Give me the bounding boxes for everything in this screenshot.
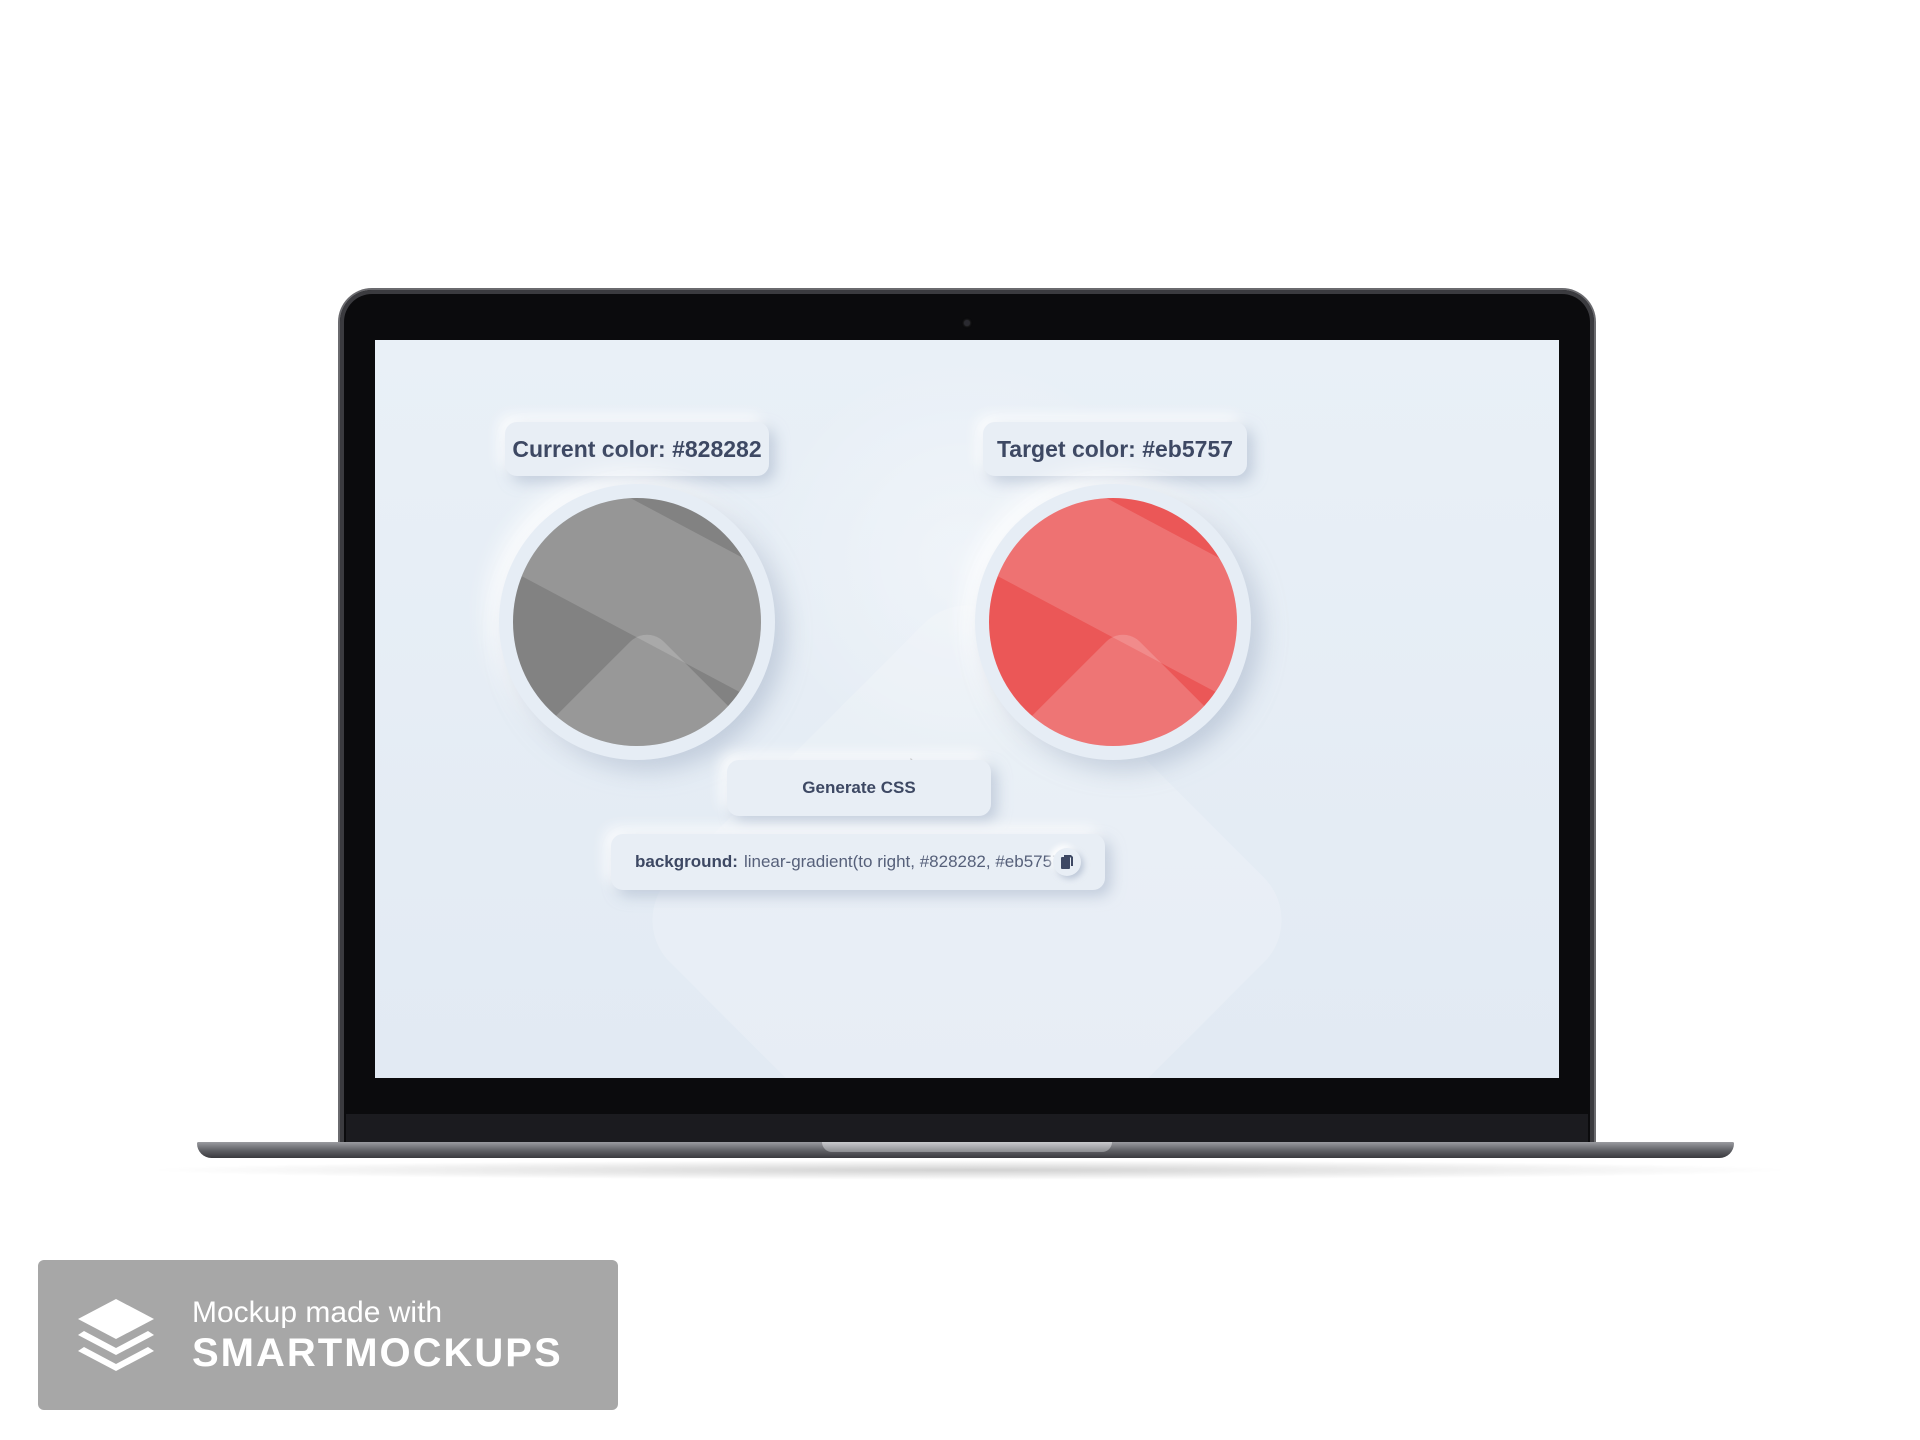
copy-button[interactable] — [1053, 848, 1081, 876]
target-color-picker[interactable] — [975, 484, 1251, 760]
current-color-label: Current color: #828282 — [505, 422, 769, 476]
camera — [964, 320, 970, 326]
current-color-swatch[interactable] — [513, 498, 761, 746]
app-screen: Current color: #828282 Target color: #eb… — [375, 340, 1559, 1078]
watermark-brand: SMARTMOCKUPS — [192, 1331, 563, 1375]
laptop-base — [197, 1142, 1734, 1158]
current-color-picker[interactable] — [499, 484, 775, 760]
generate-css-button[interactable]: Generate CSS — [727, 760, 991, 816]
laptop-shadow — [140, 1160, 1800, 1180]
target-color-label: Target color: #eb5757 — [983, 422, 1247, 476]
laptop-hinge-notch — [822, 1142, 1112, 1152]
laptop-lid: Current color: #828282 Target color: #eb… — [340, 290, 1594, 1150]
watermark-badge: Mockup made with SMARTMOCKUPS — [38, 1260, 618, 1410]
css-output: background: linear-gradient(to right, #8… — [611, 834, 1105, 890]
css-value: linear-gradient(to right, #828282, #eb57… — [743, 852, 1072, 871]
css-property: background: — [635, 852, 738, 871]
layers-icon — [78, 1299, 154, 1371]
target-color-swatch[interactable] — [989, 498, 1237, 746]
watermark-line1: Mockup made with — [192, 1296, 443, 1329]
copy-icon — [1061, 855, 1073, 869]
